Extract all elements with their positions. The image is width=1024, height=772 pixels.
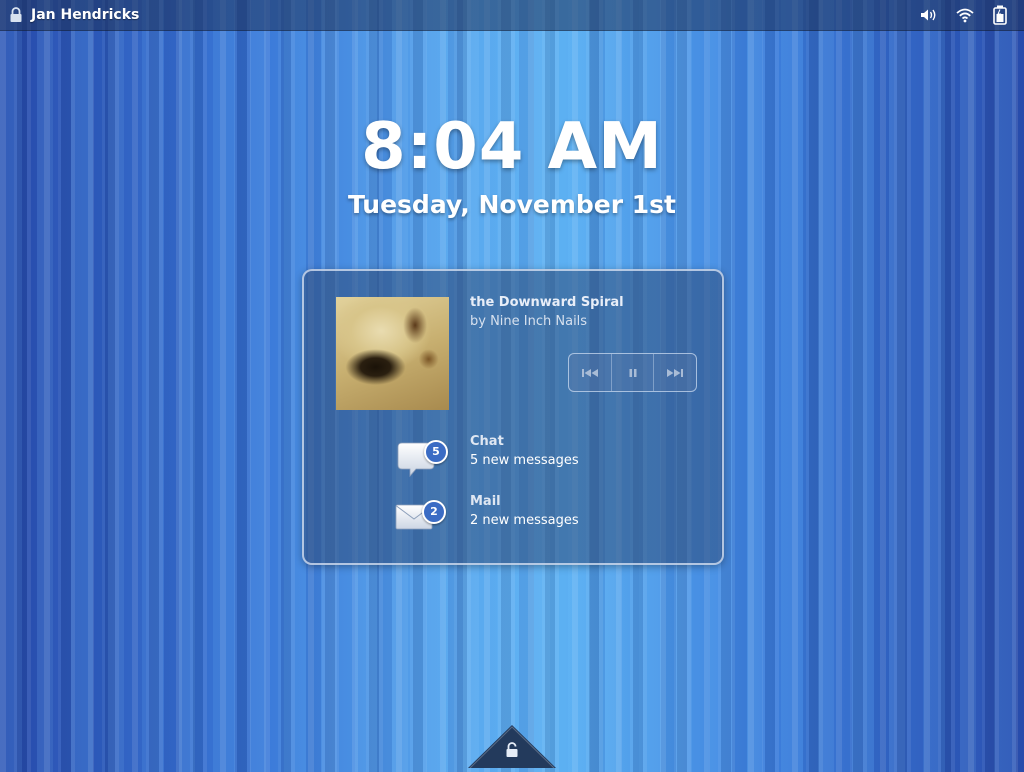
notification-chat-title: Chat [470, 434, 504, 449]
media-controls [568, 353, 697, 392]
track-artist: by Nine Inch Nails [470, 314, 588, 329]
album-art [336, 297, 449, 410]
user-name: Jan Hendricks [31, 7, 140, 23]
wifi-icon[interactable] [955, 7, 975, 23]
next-icon [667, 368, 684, 377]
status-bar: Jan Hendricks [0, 0, 1024, 31]
notification-chat-message: 5 new messages [470, 453, 579, 468]
pause-button[interactable] [612, 354, 655, 391]
previous-icon [581, 368, 598, 377]
volume-icon[interactable] [919, 7, 939, 23]
track-title: the Downward Spiral [470, 295, 624, 310]
clock-time: 8:04 AM [361, 110, 663, 184]
lock-icon [10, 7, 22, 22]
clock-date: Tuesday, November 1st [347, 190, 676, 219]
unlock-handle[interactable] [468, 724, 556, 769]
previous-button[interactable] [569, 354, 612, 391]
next-button[interactable] [654, 354, 696, 391]
chat-count-badge: 5 [424, 440, 448, 464]
notification-mail-title: Mail [470, 494, 501, 509]
battery-icon[interactable] [991, 5, 1009, 25]
lock-screen-panel: the Downward Spiral by Nine Inch Nails 5… [302, 269, 724, 565]
notification-mail-message: 2 new messages [470, 513, 579, 528]
mail-count-badge: 2 [422, 500, 446, 524]
pause-icon [629, 368, 636, 377]
unlock-icon [506, 742, 518, 757]
